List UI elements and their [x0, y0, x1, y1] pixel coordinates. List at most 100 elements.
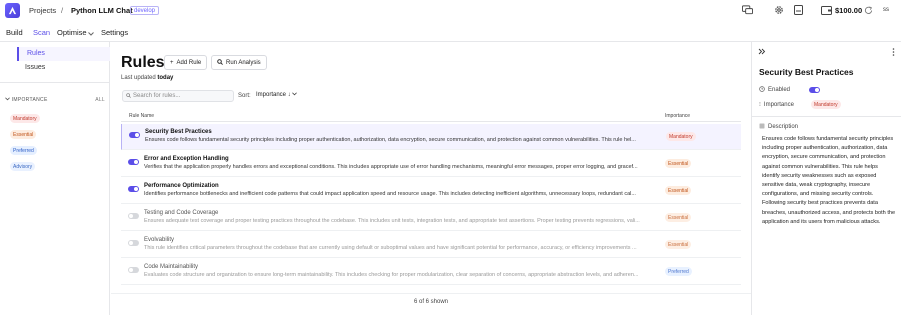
search-placeholder: Search for rules...	[133, 93, 181, 99]
branch-badge[interactable]: develop	[130, 6, 160, 15]
table-footer-divider	[111, 293, 751, 294]
rule-description: Verifies that the application properly h…	[144, 164, 638, 170]
rule-description: Ensures adequate test coverage and prope…	[144, 218, 640, 224]
importance-label: Importance	[763, 101, 794, 108]
importance-badge: Preferred	[665, 267, 692, 276]
last-updated: Last updated today	[121, 75, 173, 81]
table-row[interactable]: Security Best Practices Ensures code fol…	[121, 124, 741, 150]
credit-balance: $100.00	[835, 6, 863, 15]
table-row[interactable]: Testing and Code Coverage Ensures adequa…	[121, 205, 741, 231]
breadcrumb-projects[interactable]: Projects	[29, 6, 56, 15]
sort-dropdown[interactable]: Importance ↓	[256, 92, 298, 98]
rule-enabled-toggle[interactable]	[128, 213, 139, 219]
sort-label: Sort:	[238, 93, 251, 99]
refresh-icon[interactable]	[864, 6, 873, 17]
rule-description: Identifies performance bottlenecks and i…	[144, 191, 636, 197]
run-analysis-label: Run Analysis	[226, 59, 261, 66]
sidebar-item-issues[interactable]: Issues	[17, 61, 110, 75]
more-options-icon[interactable]	[892, 48, 895, 58]
detail-title: Security Best Practices	[759, 67, 854, 77]
rule-description: Evaluates code structure and organizatio…	[144, 272, 639, 278]
table-row[interactable]: Code Maintainability Evaluates code stru…	[121, 259, 741, 285]
add-rule-button[interactable]: + Add Rule	[164, 55, 208, 70]
gear-icon[interactable]	[774, 5, 784, 17]
filter-tag-mandatory[interactable]: Mandatory	[10, 114, 40, 123]
table-row[interactable]: Performance Optimization Identifies perf…	[121, 178, 741, 204]
importance-filter-header[interactable]: IMPORTANCE ALL	[5, 97, 105, 103]
user-avatar[interactable]: ss	[883, 7, 889, 13]
sidebar-item-rules[interactable]: Rules	[17, 47, 110, 61]
tab-optimise[interactable]: Optimise	[57, 28, 87, 37]
wallet-icon[interactable]	[821, 5, 832, 17]
rule-name: Error and Exception Handling	[144, 156, 229, 162]
detail-description: Ensures code follows fundamental securit…	[762, 136, 896, 225]
last-updated-value: today	[157, 75, 174, 81]
description-label: Description	[768, 124, 799, 130]
chevron-down-icon	[292, 92, 298, 96]
section-tabs: Build Scan Optimise Settings	[0, 24, 901, 42]
chevron-down-icon[interactable]	[88, 31, 94, 38]
plus-icon: +	[170, 59, 174, 66]
rule-enabled-toggle[interactable]	[128, 267, 139, 273]
table-row[interactable]: Evolvability This rule identifies critic…	[121, 232, 741, 258]
sidebar-divider	[0, 82, 109, 83]
chevron-down-icon[interactable]	[5, 97, 12, 103]
column-header-rule-name[interactable]: Rule Name	[129, 113, 154, 119]
search-input[interactable]: Search for rules...	[122, 90, 234, 102]
app-logo-icon[interactable]	[5, 3, 20, 18]
rule-description: This rule identifies critical parameters…	[144, 245, 637, 251]
rule-enabled-toggle[interactable]	[129, 132, 140, 138]
document-icon[interactable]	[794, 5, 803, 17]
enabled-row: Enabled	[759, 86, 790, 94]
rule-name: Evolvability	[144, 237, 175, 243]
info-icon: ⁝	[759, 102, 761, 108]
rule-name: Performance Optimization	[144, 183, 219, 189]
importance-badge: Mandatory	[666, 132, 696, 141]
importance-row: ⁝ Importance	[759, 101, 794, 109]
rule-detail-panel: Security Best Practices Enabled ⁝ Import…	[751, 42, 901, 315]
importance-filter-title: IMPORTANCE	[11, 97, 48, 103]
table-header: Rule Name Importance	[121, 110, 741, 122]
detail-enabled-toggle[interactable]	[809, 87, 820, 93]
breadcrumb-project-name[interactable]: Python LLM Chat	[71, 6, 133, 15]
enabled-label: Enabled	[768, 87, 791, 93]
breadcrumb-separator: /	[61, 6, 64, 15]
rule-enabled-toggle[interactable]	[128, 186, 139, 192]
importance-badge: Essential	[665, 159, 692, 168]
rule-description: Ensures code follows fundamental securit…	[145, 137, 636, 143]
page-title: Rules	[121, 54, 165, 71]
description-row: Description	[759, 123, 798, 131]
importance-badge: Essential	[665, 186, 692, 195]
tab-scan[interactable]: Scan	[33, 28, 51, 42]
rule-name: Security Best Practices	[145, 129, 212, 135]
sort-value: Importance ↓	[256, 92, 291, 98]
tab-settings[interactable]: Settings	[101, 28, 128, 37]
importance-badge: Essential	[665, 240, 692, 249]
importance-badge: Essential	[665, 213, 692, 222]
table-row[interactable]: Error and Exception Handling Verifies th…	[121, 151, 741, 177]
detail-divider	[752, 116, 901, 117]
top-bar: Projects / Python LLM Chat develop $100.…	[0, 0, 901, 22]
clock-icon	[759, 86, 765, 94]
filter-all-link[interactable]: ALL	[95, 97, 105, 103]
add-rule-label: Add Rule	[176, 59, 202, 66]
run-analysis-button[interactable]: Run Analysis	[211, 55, 267, 70]
search-icon	[217, 58, 223, 67]
collapse-panel-icon[interactable]	[758, 48, 766, 57]
last-updated-label: Last updated	[121, 75, 156, 81]
filter-tag-essential[interactable]: Essential	[10, 130, 37, 139]
tab-build[interactable]: Build	[6, 28, 23, 37]
filter-tag-preferred[interactable]: Preferred	[10, 146, 37, 155]
results-count: 6 of 6 shown	[413, 299, 449, 305]
detail-importance-badge[interactable]: Mandatory	[811, 100, 841, 109]
rule-enabled-toggle[interactable]	[128, 159, 139, 165]
rule-name: Code Maintainability	[144, 264, 199, 270]
column-header-importance[interactable]: Importance	[665, 113, 690, 119]
search-icon	[126, 92, 131, 100]
filter-tag-advisory[interactable]: Advisory	[10, 162, 36, 171]
chat-icon[interactable]	[742, 5, 753, 17]
rule-enabled-toggle[interactable]	[128, 240, 139, 246]
sidebar: Rules Issues IMPORTANCE ALL Mandatory Es…	[0, 42, 110, 315]
rule-name: Testing and Code Coverage	[144, 210, 219, 216]
document-icon	[759, 123, 765, 131]
